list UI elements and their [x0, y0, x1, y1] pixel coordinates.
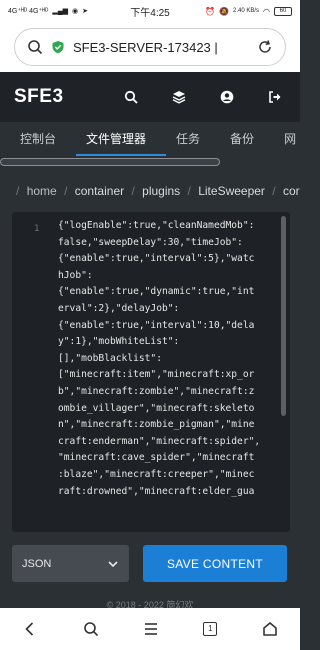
editor-content[interactable]: {"logEnable":true,"cleanNamedMob": false,… — [58, 218, 280, 500]
home-icon[interactable] — [262, 621, 278, 637]
network-indicators: 4G⁺ᴴᴰ 4G⁺ᴴᴰ ▂▄▆ ◉ ➤ — [8, 7, 88, 15]
search-icon[interactable] — [124, 90, 138, 104]
wifi-icon: ◠ — [263, 6, 270, 16]
tabs-scrollbar[interactable] — [0, 158, 220, 166]
code-line[interactable]: n","minecraft:zombie_pigman","mine — [58, 417, 280, 434]
brand-logo[interactable]: SFE3 — [14, 86, 64, 108]
main-tabs: 控制台 文件管理器 任务 备份 网 — [0, 122, 300, 156]
app-header: SFE3 — [0, 72, 300, 122]
format-select-value: JSON — [22, 557, 52, 570]
editor-gutter: 1 — [12, 212, 62, 532]
editor-scrollbar[interactable] — [281, 216, 286, 416]
code-line[interactable]: [],"mobBlacklist": — [58, 351, 280, 368]
code-line[interactable]: "minecraft:cave_spider","minecraft — [58, 450, 280, 467]
header-actions — [124, 90, 282, 104]
code-line[interactable]: craft:enderman","minecraft:spider", — [58, 434, 280, 451]
breadcrumb-separator: / — [272, 184, 276, 198]
breadcrumb-home[interactable]: home — [27, 184, 57, 198]
navigation-icon: ➤ — [82, 8, 89, 15]
code-line[interactable]: b","minecraft:zombie","minecraft:z — [58, 384, 280, 401]
code-line[interactable]: :blaze","minecraft:creeper","minec — [58, 467, 280, 484]
status-time: 下午4:25 — [130, 7, 170, 19]
mute-icon: 🔕 — [219, 6, 229, 16]
signal-icon: ▂▄▆ — [52, 8, 69, 15]
search-icon[interactable] — [27, 39, 43, 55]
layers-icon[interactable] — [172, 90, 186, 104]
code-line[interactable]: {"logEnable":true,"cleanNamedMob": — [58, 218, 280, 235]
tab-network[interactable]: 网 — [284, 122, 300, 156]
code-line[interactable]: {"enable":true,"interval":5},"watc — [58, 251, 280, 268]
tab-file-manager[interactable]: 文件管理器 — [76, 122, 167, 156]
code-line[interactable]: hJob": — [58, 268, 280, 285]
breadcrumb-current-file[interactable]: cor — [283, 184, 300, 198]
reload-icon[interactable] — [257, 39, 273, 55]
url-text[interactable]: SFE3-SERVER-173423 | — [73, 40, 249, 55]
format-select[interactable]: JSON — [12, 545, 129, 582]
tab-tasks[interactable]: 任务 — [176, 122, 212, 156]
code-line[interactable]: {"enable":true,"interval":10,"dela — [58, 318, 280, 335]
status-bar: 4G⁺ᴴᴰ 4G⁺ᴴᴰ ▂▄▆ ◉ ➤ 下午4:25 ⏰ 🔕 2.40 KB/s… — [0, 0, 300, 22]
tab-switcher-icon[interactable]: 1 — [203, 622, 218, 636]
code-line[interactable]: raft:drowned","minecraft:elder_gua — [58, 484, 280, 501]
battery-icon: 60 — [274, 6, 292, 16]
save-content-button[interactable]: SAVE CONTENT — [143, 545, 287, 582]
battery-level: 60 — [279, 7, 287, 14]
browser-nav-bar: 1 — [0, 608, 300, 650]
breadcrumb-container[interactable]: container — [75, 184, 124, 198]
code-line[interactable]: {"enable":true,"dynamic":true,"int — [58, 284, 280, 301]
secure-shield-icon[interactable] — [51, 40, 65, 54]
breadcrumb: / home / container / plugins / LiteSweep… — [12, 184, 300, 198]
menu-icon[interactable] — [143, 621, 159, 637]
status-right: ⏰ 🔕 2.40 KB/s ◠ 60 — [205, 6, 292, 16]
breadcrumb-litesweeper[interactable]: LiteSweeper — [198, 184, 265, 198]
back-icon[interactable] — [22, 621, 38, 637]
breadcrumb-separator: / — [187, 184, 191, 198]
chevron-down-icon — [108, 560, 118, 567]
breadcrumb-separator: / — [131, 184, 135, 198]
breadcrumb-plugins[interactable]: plugins — [142, 184, 180, 198]
tab-console[interactable]: 控制台 — [20, 122, 68, 156]
user-icon[interactable] — [220, 90, 234, 104]
alarm-icon: ⏰ — [205, 6, 216, 16]
code-line[interactable]: ["minecraft:item","minecraft:xp_or — [58, 367, 280, 384]
code-line[interactable]: ombie_villager","minecraft:skeleto — [58, 401, 280, 418]
line-number: 1 — [34, 224, 40, 234]
network-speed: 2.40 KB/s — [233, 8, 260, 14]
signal-text: 4G⁺ᴴᴰ 4G⁺ᴴᴰ — [8, 8, 49, 15]
code-line[interactable]: erval":2},"delayJob": — [58, 301, 280, 318]
code-line[interactable]: y":1},"mobWhiteList": — [58, 334, 280, 351]
logout-icon[interactable] — [268, 90, 282, 104]
breadcrumb-separator: / — [64, 184, 68, 198]
browser-toolbar: SFE3-SERVER-173423 | — [0, 22, 300, 72]
tab-backup[interactable]: 备份 — [230, 122, 266, 156]
search-icon[interactable] — [83, 621, 99, 637]
address-bar[interactable]: SFE3-SERVER-173423 | — [14, 28, 286, 66]
breadcrumb-separator: / — [16, 184, 20, 198]
code-editor[interactable]: 1 {"logEnable":true,"cleanNamedMob": fals… — [12, 212, 290, 532]
wechat-icon: ◉ — [72, 8, 79, 15]
code-line[interactable]: false,"sweepDelay":30,"timeJob": — [58, 235, 280, 252]
